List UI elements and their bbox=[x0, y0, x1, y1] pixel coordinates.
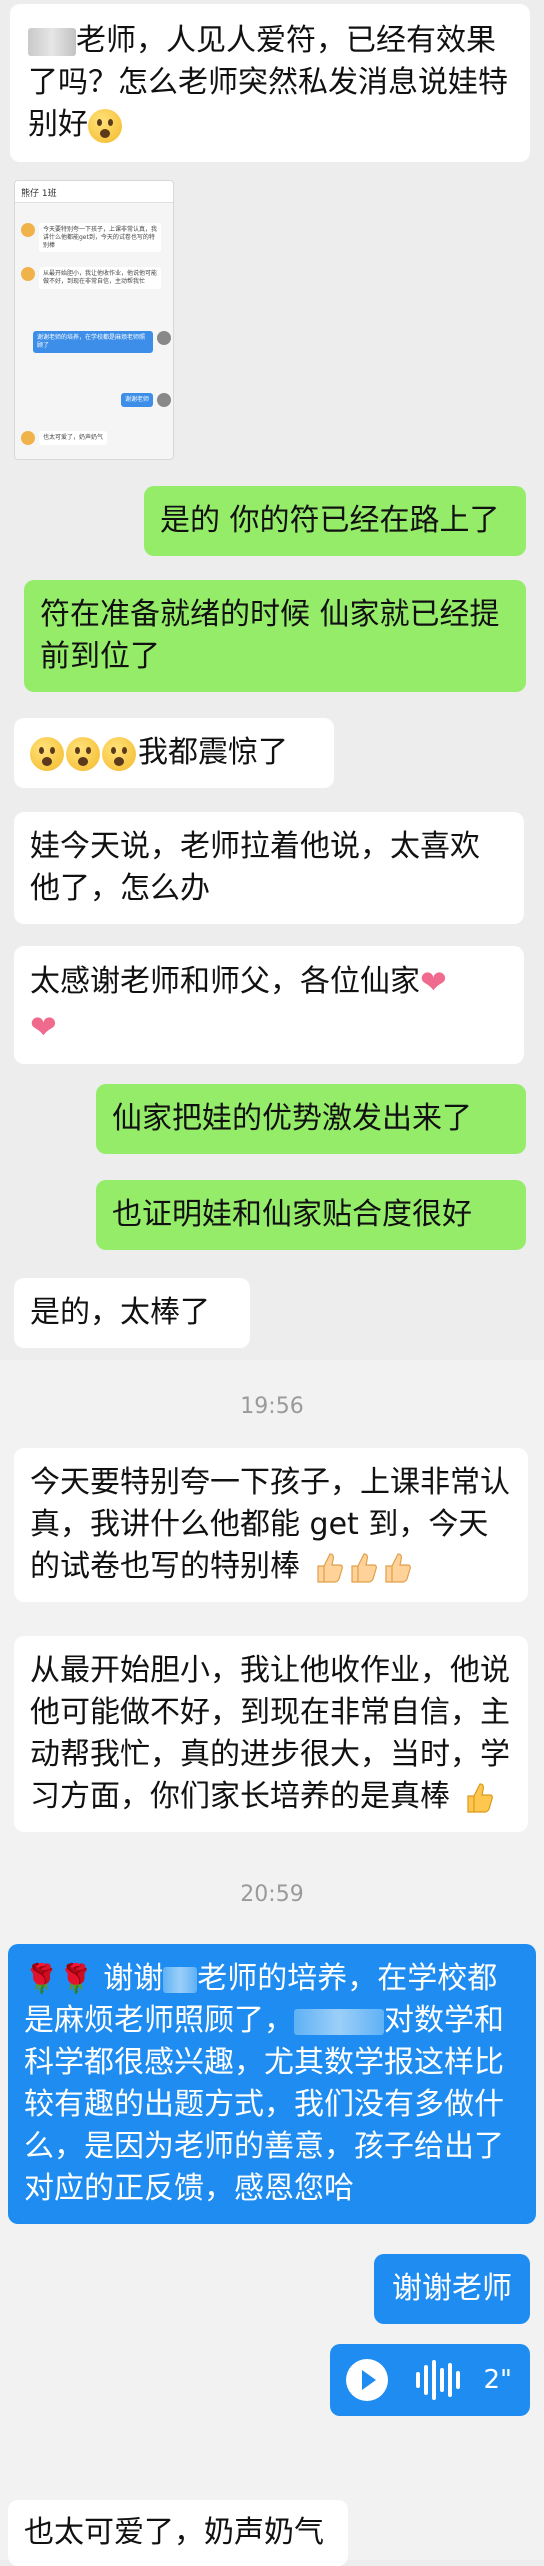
screenshot-title: 熊仔 1班 bbox=[21, 189, 57, 199]
message-bubble[interactable]: 是的 你的符已经在路上了 bbox=[144, 486, 526, 556]
message-text: 仙家把娃的优势激发出来了 bbox=[112, 1101, 472, 1136]
rose-icon: 🌹🌹 bbox=[24, 1962, 94, 1995]
screenshot-bubble: 也太可爱了，奶声奶气 bbox=[39, 431, 108, 445]
message-text: 娃今天说，老师拉着他说，太喜欢他了，怎么办 bbox=[30, 829, 480, 906]
heart-icon: ❤ bbox=[30, 1007, 57, 1046]
avatar bbox=[21, 267, 35, 281]
avatar bbox=[21, 223, 35, 237]
message-text: 今天要特别夸一下孩子，上课非常认真，我讲什么他都能 get 到，今天的试卷也写的… bbox=[30, 1465, 510, 1584]
message-bubble[interactable]: 从最开始胆小，我让他收作业，他说他可能做不好，到现在非常自信，主动帮我忙，真的进… bbox=[14, 1636, 528, 1832]
thumbs-up-icon bbox=[384, 1552, 411, 1583]
message-text: 太感谢老师和师父，各位仙家 bbox=[30, 963, 420, 999]
chat-section-upper: 老师，人见人爱符，已经有效果了吗？怎么老师突然私发消息说娃特别好 熊仔 1班 今… bbox=[0, 0, 544, 1360]
message-text: 也太可爱了，奶声奶气 bbox=[24, 2515, 324, 2550]
voice-duration: 2" bbox=[483, 2365, 512, 2395]
thinking-emoji-icon bbox=[88, 108, 122, 143]
avatar bbox=[157, 331, 171, 345]
message-text: 是的，太棒了 bbox=[30, 1295, 210, 1330]
message-bubble[interactable]: 也证明娃和仙家贴合度很好 bbox=[96, 1180, 526, 1250]
message-text-part: 谢谢 bbox=[103, 1961, 164, 1996]
blurred-name bbox=[163, 1966, 198, 1993]
timestamp: 20:59 bbox=[240, 1882, 304, 1907]
thumbs-up-icon bbox=[350, 1552, 377, 1583]
screenshot-bubble: 谢谢老师 bbox=[120, 393, 153, 407]
message-bubble[interactable]: 🌹🌹 谢谢 老师的培养，在学校都是麻烦老师照顾了， 对数学和科学都很感兴趣，尤其数学… bbox=[8, 1944, 536, 2224]
message-text: 也证明娃和仙家贴合度很好 bbox=[112, 1197, 472, 1232]
message-bubble[interactable]: 也太可爱了，奶声奶气 bbox=[8, 2500, 348, 2566]
avatar bbox=[157, 393, 171, 407]
heart-icon: ❤ bbox=[420, 963, 447, 1001]
message-bubble[interactable]: 是的，太棒了 bbox=[14, 1278, 250, 1348]
message-text: 从最开始胆小，我让他收作业，他说他可能做不好，到现在非常自信，主动帮我忙，真的进… bbox=[30, 1653, 510, 1814]
avatar bbox=[21, 431, 35, 445]
voice-wave-icon bbox=[415, 2359, 460, 2400]
thumbs-up-icon bbox=[466, 1782, 493, 1813]
message-bubble[interactable]: 今天要特别夸一下孩子，上课非常认真，我讲什么他都能 get 到，今天的试卷也写的… bbox=[14, 1448, 528, 1602]
shocked-emoji-icon bbox=[102, 736, 136, 771]
thumbs-up-icon bbox=[316, 1552, 343, 1583]
message-bubble[interactable]: 我都震惊了 bbox=[14, 718, 334, 788]
play-icon[interactable] bbox=[346, 2358, 388, 2401]
blurred-name bbox=[294, 2008, 384, 2035]
shocked-emoji-icon bbox=[66, 736, 100, 771]
screenshot-bubble: 今天要特别夸一下孩子，上课非常认真，我讲什么他都能get到，今天的试卷也写的特别… bbox=[39, 223, 161, 253]
blurred-name bbox=[28, 27, 76, 56]
message-text: 是的 你的符已经在路上了 bbox=[160, 503, 500, 538]
message-bubble[interactable]: 谢谢老师 bbox=[374, 2254, 530, 2324]
message-bubble[interactable]: 老师，人见人爱符，已经有效果了吗？怎么老师突然私发消息说娃特别好 bbox=[10, 4, 530, 162]
screenshot-bubble: 从最开始胆小，我让他收作业，他说他可能做不好，到现在非常自信，主动帮我忙 bbox=[39, 267, 161, 289]
screenshot-header: 熊仔 1班 bbox=[15, 181, 173, 203]
message-text: 谢谢老师 bbox=[392, 2271, 512, 2306]
shocked-emoji-icon bbox=[30, 736, 64, 771]
voice-message[interactable]: 2" bbox=[330, 2344, 530, 2416]
message-bubble[interactable]: 娃今天说，老师拉着他说，太喜欢他了，怎么办 bbox=[14, 812, 524, 924]
message-bubble[interactable]: 太感谢老师和师父，各位仙家❤ ❤ bbox=[14, 946, 524, 1064]
message-text: 我都震惊了 bbox=[138, 735, 288, 770]
message-text: 符在准备就绪的时候 仙家就已经提前到位了 bbox=[40, 597, 500, 674]
embedded-chat-screenshot[interactable]: 熊仔 1班 今天要特别夸一下孩子，上课非常认真，我讲什么他都能get到，今天的试… bbox=[14, 180, 174, 460]
chat-section-lower: 19:56 今天要特别夸一下孩子，上课非常认真，我讲什么他都能 get 到，今天… bbox=[0, 1360, 544, 2566]
timestamp: 19:56 bbox=[240, 1394, 304, 1419]
message-bubble[interactable]: 仙家把娃的优势激发出来了 bbox=[96, 1084, 526, 1154]
message-bubble[interactable]: 符在准备就绪的时候 仙家就已经提前到位了 bbox=[24, 580, 526, 692]
screenshot-bubble: 谢谢老师的培养，在学校都是麻烦老师照顾了 bbox=[33, 331, 153, 353]
